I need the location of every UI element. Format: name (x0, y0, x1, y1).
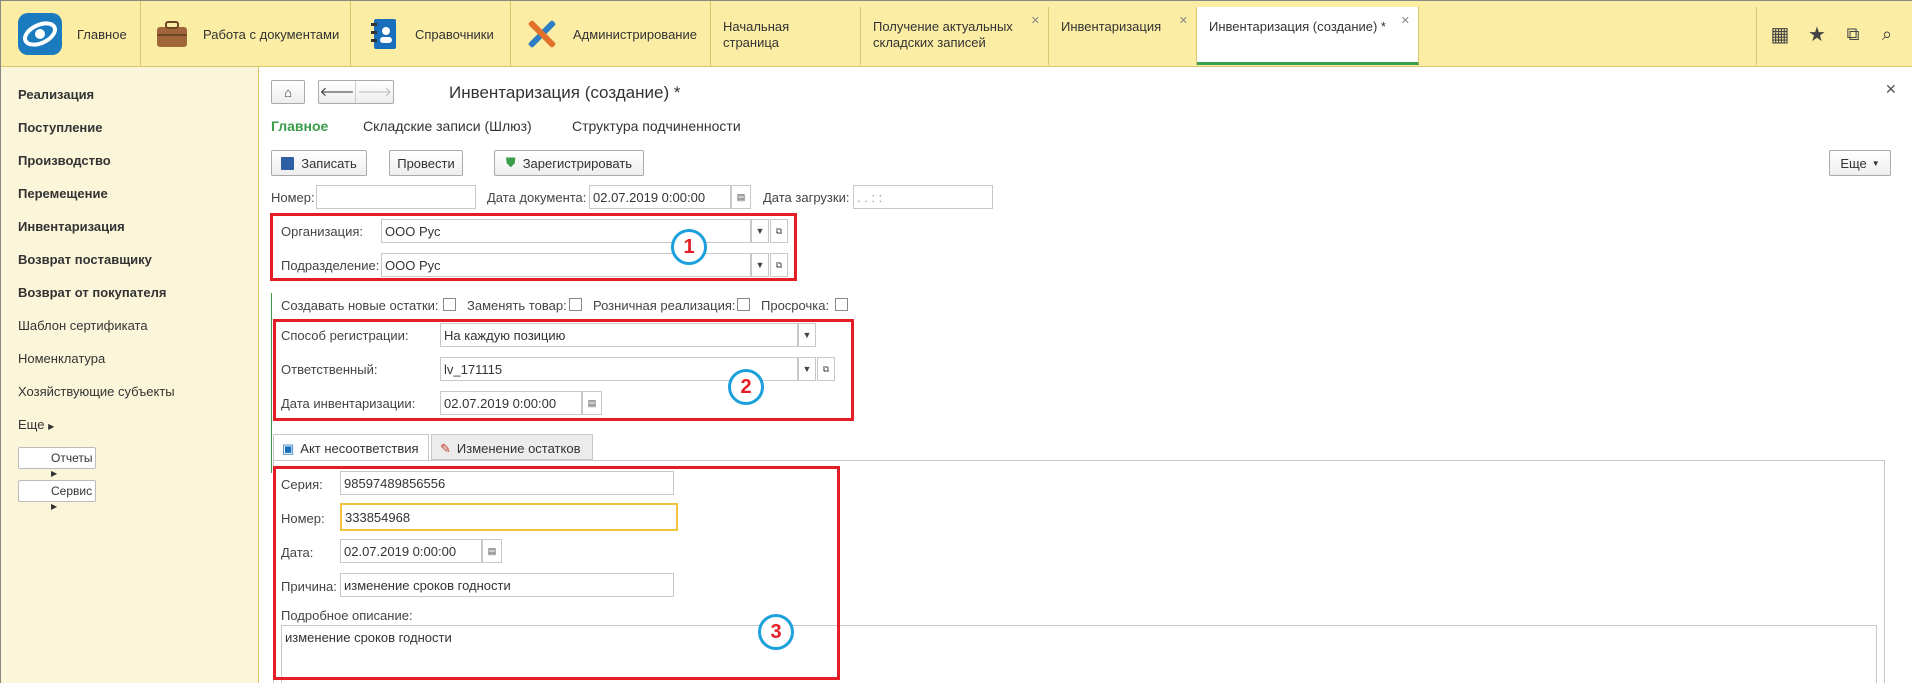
load-date-input[interactable]: . . : : (853, 185, 993, 209)
nav-arrows: 🡐 🡒 (318, 80, 394, 104)
form-area: ⌂ 🡐 🡒 Инвентаризация (создание) * ✕ Глав… (259, 67, 1912, 683)
triangle-right-icon: ▶ (51, 502, 58, 511)
doc-date-label: Дата документа: (487, 190, 587, 205)
section-references-label: Справочники (415, 26, 494, 42)
expired-checkbox[interactable] (835, 298, 848, 311)
retail-label: Розничная реализация: (593, 298, 736, 313)
address-book-icon (371, 19, 396, 49)
sidebar-item-more-label: Еще (18, 417, 45, 432)
sidebar-item-inventory[interactable]: Инвентаризация (18, 219, 125, 234)
close-icon[interactable]: ✕ (1031, 13, 1040, 29)
replace-goods-label: Заменять товар: (467, 298, 567, 313)
number-input[interactable] (316, 185, 476, 209)
doc-date-input[interactable]: 02.07.2019 0:00:00 (589, 185, 731, 209)
replace-goods-checkbox[interactable] (569, 298, 582, 311)
back-arrow-icon[interactable]: 🡐 (319, 81, 357, 103)
more-button[interactable]: Еще ▼ (1829, 150, 1891, 176)
favorites-star-icon[interactable]: ★ (1804, 21, 1830, 47)
tab-start-page[interactable]: Начальная страница (711, 7, 861, 65)
section-administration[interactable]: Администрирование (511, 1, 711, 67)
post-button-label: Провести (397, 155, 455, 171)
home-button[interactable]: ⌂ (271, 80, 305, 104)
reports-button[interactable]: Отчеты ▶ (18, 447, 96, 478)
section-main[interactable]: Главное (1, 1, 141, 67)
sidebar-item-return-supplier[interactable]: Возврат поставщику (18, 252, 152, 267)
tab-inventory-create[interactable]: Инвентаризация (создание) * ✕ (1197, 7, 1419, 65)
new-stock-checkbox[interactable] (443, 298, 456, 311)
close-icon[interactable]: ✕ (1179, 13, 1188, 29)
post-button[interactable]: Провести (389, 150, 463, 176)
more-button-label: Еще (1840, 155, 1867, 171)
page-title: Инвентаризация (создание) * (449, 83, 681, 102)
sidebar-item-more[interactable]: Еще ▶ (18, 417, 54, 432)
register-button[interactable]: ⛊ Зарегистрировать (494, 150, 644, 176)
section-administration-label: Администрирование (573, 26, 697, 42)
sidebar-item-receipts[interactable]: Поступление (18, 120, 103, 135)
section-documents[interactable]: Работа с документами (141, 1, 351, 67)
search-icon[interactable]: ⌕ (1874, 21, 1900, 47)
divider (1756, 7, 1757, 65)
triangle-right-icon: ▶ (48, 422, 55, 431)
nav-tab-main[interactable]: Главное (271, 118, 328, 134)
subtab-stock-change[interactable]: ✎ Изменение остатков (431, 434, 593, 460)
nav-tab-warehouse-records[interactable]: Складские записи (Шлюз) (363, 118, 532, 134)
history-icon[interactable]: ⧉ (1840, 21, 1866, 47)
annotation-box-2 (273, 319, 854, 421)
retail-checkbox[interactable] (737, 298, 750, 311)
tools-icon (528, 20, 556, 48)
annotation-badge-1: 1 (671, 229, 707, 265)
sidebar-item-nomenclature[interactable]: Номенклатура (18, 351, 105, 366)
new-stock-label: Создавать новые остатки: (281, 298, 439, 313)
triangle-right-icon: ▶ (51, 469, 58, 478)
annotation-badge-2: 2 (728, 369, 764, 405)
expired-label: Просрочка: (761, 298, 830, 313)
group-marker (271, 293, 272, 473)
home-icon: ⌂ (284, 84, 292, 100)
briefcase-icon (157, 21, 187, 47)
sidebar-item-transfer[interactable]: Перемещение (18, 186, 108, 201)
floppy-disk-icon (281, 156, 295, 170)
annotation-box-3 (273, 466, 840, 680)
subtab-mismatch-act-label: Акт несоответствия (300, 441, 419, 456)
close-form-icon[interactable]: ✕ (1885, 81, 1897, 98)
forward-arrow-icon[interactable]: 🡒 (356, 81, 393, 103)
sidebar: Реализация Поступление Производство Пере… (1, 67, 259, 683)
grid-menu-icon[interactable]: ▦ (1767, 21, 1793, 47)
annotation-badge-3: 3 (758, 614, 794, 650)
sidebar-item-production[interactable]: Производство (18, 153, 111, 168)
section-main-label: Главное (77, 26, 127, 42)
subtab-stock-change-label: Изменение остатков (456, 441, 581, 456)
service-button[interactable]: Сервис ▶ (18, 480, 96, 511)
annotation-box-1 (270, 213, 797, 281)
chevron-down-icon: ▼ (1871, 158, 1880, 168)
section-documents-label: Работа с документами (203, 26, 340, 42)
save-button[interactable]: Записать (271, 150, 367, 176)
service-button-label: Сервис (51, 484, 93, 498)
sidebar-item-sales[interactable]: Реализация (18, 87, 94, 102)
sidebar-item-certificate-template[interactable]: Шаблон сертификата (18, 318, 148, 333)
edit-document-icon: ✎ (440, 441, 451, 456)
number-label: Номер: (271, 190, 315, 205)
calendar-icon[interactable]: ▤ (731, 185, 751, 209)
tab-inventory-label: Инвентаризация (1061, 19, 1162, 34)
tab-warehouse-records-label: Получение актуальных складских записей (873, 19, 1013, 50)
tab-inventory-create-label: Инвентаризация (создание) * (1209, 19, 1386, 34)
save-button-label: Записать (301, 155, 357, 171)
nav-tab-subordination[interactable]: Структура подчиненности (572, 118, 741, 134)
app-logo-icon (18, 13, 62, 55)
close-icon[interactable]: ✕ (1401, 13, 1410, 29)
load-date-label: Дата загрузки: (763, 190, 850, 205)
shield-icon: ⛊ (505, 155, 516, 170)
reports-button-label: Отчеты (51, 451, 93, 465)
sidebar-item-return-customer[interactable]: Возврат от покупателя (18, 285, 166, 300)
clipboard-icon: ▣ (282, 441, 295, 456)
register-button-label: Зарегистрировать (522, 155, 633, 171)
tab-inventory[interactable]: Инвентаризация ✕ (1049, 7, 1197, 65)
tab-start-page-label: Начальная страница (723, 19, 790, 50)
subtab-mismatch-act[interactable]: ▣ Акт несоответствия (273, 434, 429, 460)
tab-warehouse-records[interactable]: Получение актуальных складских записей ✕ (861, 7, 1049, 65)
top-bar: Главное Работа с документами Справочники… (1, 1, 1912, 67)
section-references[interactable]: Справочники (351, 1, 511, 67)
sidebar-item-entities[interactable]: Хозяйствующие субъекты (18, 384, 175, 399)
